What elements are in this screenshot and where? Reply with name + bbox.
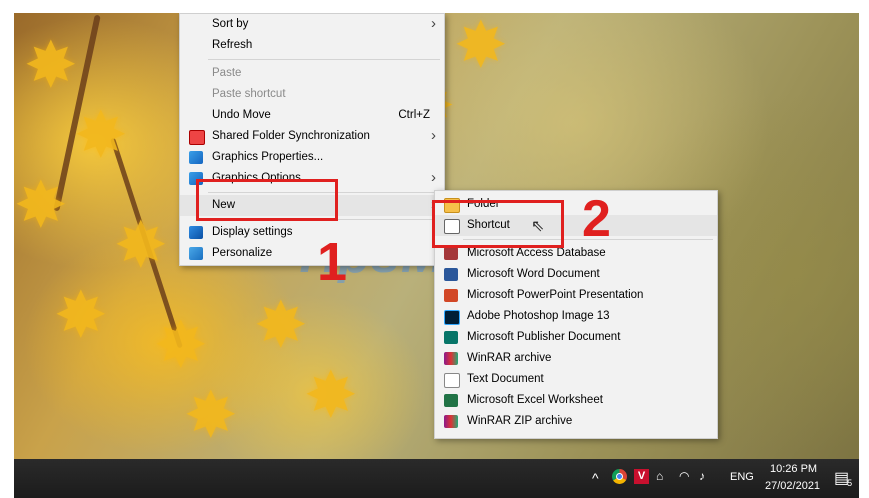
menu-item-display-settings[interactable]: Display settings bbox=[180, 222, 444, 243]
submenu-item-winrar[interactable]: WinRAR archive bbox=[435, 348, 717, 369]
highlight-box-shortcut bbox=[432, 200, 564, 248]
personalize-icon bbox=[189, 247, 203, 260]
maple-leaf-icon: ✸ bbox=[74, 99, 128, 171]
maple-leaf-icon: ✸ bbox=[14, 169, 68, 241]
screenshot-frame: ✸ ✸ ✸ ✸ ✸ ✸ ✸ ✸ ✸ ✸ ✸ TipsMake Sort by ›… bbox=[0, 0, 869, 498]
menu-item-personalize[interactable]: Personalize bbox=[180, 243, 444, 264]
notification-count: 5 bbox=[847, 478, 853, 488]
volume-icon[interactable]: ♪ bbox=[699, 469, 705, 483]
step-number-2: 2 bbox=[582, 190, 611, 248]
submenu-item-excel[interactable]: Microsoft Excel Worksheet bbox=[435, 390, 717, 411]
menu-item-label: Display settings bbox=[212, 226, 293, 238]
menu-item-graphics-properties[interactable]: Graphics Properties... bbox=[180, 147, 444, 168]
excel-icon bbox=[444, 394, 458, 407]
menu-item-label: Shared Folder Synchronization bbox=[212, 130, 370, 142]
menu-item-refresh[interactable]: Refresh bbox=[180, 35, 444, 56]
maple-leaf-icon: ✸ bbox=[24, 29, 78, 101]
powerpoint-icon bbox=[444, 289, 458, 302]
chevron-right-icon: › bbox=[431, 127, 436, 144]
desktop-context-menu: Sort by › Refresh Paste Paste shortcut U… bbox=[179, 13, 445, 266]
submenu-item-label: Text Document bbox=[467, 373, 544, 385]
antivirus-icon[interactable]: V bbox=[634, 469, 649, 484]
desktop[interactable]: ✸ ✸ ✸ ✸ ✸ ✸ ✸ ✸ ✸ ✸ ✸ TipsMake Sort by ›… bbox=[14, 13, 859, 459]
submenu-item-publisher[interactable]: Microsoft Publisher Document bbox=[435, 327, 717, 348]
menu-item-label: Undo Move bbox=[212, 109, 271, 121]
maple-leaf-icon: ✸ bbox=[454, 13, 508, 81]
submenu-item-label: Microsoft Publisher Document bbox=[467, 331, 621, 343]
show-hidden-icons-button[interactable]: ^ bbox=[592, 470, 599, 486]
menu-item-shortcut: Ctrl+Z bbox=[398, 109, 430, 121]
submenu-item-label: Adobe Photoshop Image 13 bbox=[467, 310, 610, 322]
maple-leaf-icon: ✸ bbox=[254, 289, 308, 361]
highlight-box-new bbox=[196, 179, 338, 221]
submenu-item-photoshop[interactable]: Adobe Photoshop Image 13 bbox=[435, 306, 717, 327]
chevron-right-icon: › bbox=[431, 15, 436, 32]
maple-leaf-icon: ✸ bbox=[154, 309, 208, 381]
submenu-item-label: Microsoft PowerPoint Presentation bbox=[467, 289, 644, 301]
menu-item-label: Paste bbox=[212, 67, 242, 79]
graphics-properties-icon bbox=[189, 151, 203, 164]
menu-item-label: Personalize bbox=[212, 247, 273, 259]
winrar-icon bbox=[444, 352, 458, 365]
menu-item-paste[interactable]: Paste bbox=[180, 63, 444, 84]
menu-item-label: Paste shortcut bbox=[212, 88, 286, 100]
language-indicator[interactable]: ENG bbox=[730, 471, 754, 483]
menu-item-shared-folder-sync[interactable]: Shared Folder Synchronization › bbox=[180, 126, 444, 147]
menu-item-sort-by[interactable]: Sort by › bbox=[180, 14, 444, 35]
taskbar: ^ V ⌂ ◠ ♪ ENG 10:26 PM 27/02/2021 ▤5 bbox=[14, 459, 859, 498]
menu-separator bbox=[208, 59, 440, 60]
menu-item-paste-shortcut[interactable]: Paste shortcut bbox=[180, 84, 444, 105]
chrome-icon[interactable] bbox=[612, 469, 627, 484]
notification-center-button[interactable]: ▤5 bbox=[834, 468, 854, 488]
submenu-item-powerpoint[interactable]: Microsoft PowerPoint Presentation bbox=[435, 285, 717, 306]
word-icon bbox=[444, 268, 458, 281]
menu-item-label: Refresh bbox=[212, 39, 253, 51]
menu-item-undo-move[interactable]: Undo Move Ctrl+Z bbox=[180, 105, 444, 126]
submenu-item-winrar-zip[interactable]: WinRAR ZIP archive bbox=[435, 411, 717, 432]
shared-folder-sync-icon bbox=[189, 130, 205, 145]
maple-leaf-icon: ✸ bbox=[184, 379, 238, 451]
access-icon bbox=[444, 247, 458, 260]
publisher-icon bbox=[444, 331, 458, 344]
step-number-1: 1 bbox=[317, 232, 348, 292]
submenu-item-label: WinRAR ZIP archive bbox=[467, 415, 573, 427]
submenu-item-label: Microsoft Excel Worksheet bbox=[467, 394, 603, 406]
menu-item-label: Sort by bbox=[212, 18, 249, 30]
chevron-right-icon: › bbox=[431, 169, 436, 186]
winrar-zip-icon bbox=[444, 415, 458, 428]
maple-leaf-icon: ✸ bbox=[114, 209, 168, 281]
wifi-icon[interactable]: ◠ bbox=[679, 469, 689, 483]
clock-date[interactable]: 27/02/2021 bbox=[765, 480, 820, 492]
maple-leaf-icon: ✸ bbox=[54, 279, 108, 351]
submenu-item-word[interactable]: Microsoft Word Document bbox=[435, 264, 717, 285]
network-icon[interactable]: ⌂ bbox=[656, 469, 663, 483]
submenu-item-label: WinRAR archive bbox=[467, 352, 552, 364]
menu-item-label: Graphics Properties... bbox=[212, 151, 324, 163]
maple-leaf-icon: ✸ bbox=[304, 359, 358, 431]
submenu-item-text-document[interactable]: Text Document bbox=[435, 369, 717, 390]
display-settings-icon bbox=[189, 226, 203, 239]
text-document-icon bbox=[444, 373, 460, 388]
clock-time[interactable]: 10:26 PM bbox=[770, 463, 817, 475]
photoshop-icon bbox=[444, 310, 460, 325]
submenu-item-label: Microsoft Word Document bbox=[467, 268, 600, 280]
